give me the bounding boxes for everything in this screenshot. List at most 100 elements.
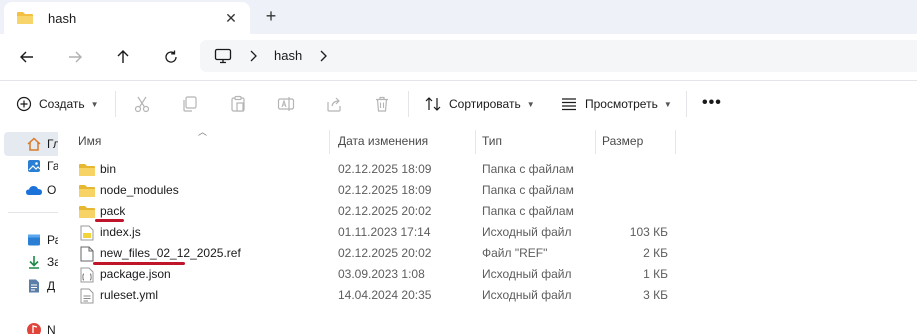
file-size bbox=[596, 159, 668, 180]
file-name-cell: bin bbox=[78, 159, 116, 180]
column-header-name[interactable]: Имя bbox=[72, 130, 330, 154]
folder-icon bbox=[78, 162, 96, 178]
file-size: 3 КБ bbox=[643, 288, 668, 302]
file-name-cell: node_modules bbox=[78, 180, 179, 201]
tab-hash[interactable]: hash ✕ bbox=[4, 2, 250, 34]
tab-title: hash bbox=[48, 11, 77, 26]
file-name: index.js bbox=[100, 225, 141, 239]
nav-item-label: O bbox=[47, 183, 57, 197]
new-tab-button[interactable]: + bbox=[260, 6, 282, 28]
annotation-underline bbox=[93, 262, 185, 265]
arrow-left-icon bbox=[20, 51, 33, 63]
chevron-right-icon[interactable] bbox=[248, 49, 258, 66]
file-date: 14.04.2024 20:35 bbox=[338, 288, 432, 302]
share-icon[interactable] bbox=[324, 94, 344, 114]
file-name: new_files_02_12_2025.ref bbox=[100, 246, 241, 260]
nav-item-desktop[interactable]: Ра bbox=[25, 230, 58, 250]
cut-icon[interactable] bbox=[132, 94, 152, 114]
delete-icon[interactable] bbox=[372, 94, 392, 114]
file-date: 01.11.2023 17:14 bbox=[338, 225, 431, 239]
chevron-right-icon[interactable] bbox=[318, 49, 328, 66]
divider bbox=[686, 91, 687, 117]
file-type: Папка с файлами bbox=[482, 162, 574, 176]
file-type: Файл "REF" bbox=[482, 246, 548, 260]
file-name: ruleset.yml bbox=[100, 288, 159, 302]
nav-item-label: Д bbox=[47, 279, 56, 293]
nav-item-onedrive[interactable]: O bbox=[25, 180, 56, 200]
file-size: 103 КБ bbox=[629, 225, 668, 239]
file-size: 2 КБ bbox=[643, 246, 668, 260]
file-row[interactable]: ruleset.yml 14.04.2024 20:35 Исходный файл… bbox=[58, 285, 698, 306]
column-header-date[interactable]: Дата изменения bbox=[332, 130, 476, 154]
more-options-button[interactable]: ••• bbox=[702, 94, 722, 112]
file-type: Исходный файл ... bbox=[482, 288, 574, 302]
rename-icon[interactable] bbox=[276, 94, 296, 114]
file-row[interactable]: node_modules 02.12.2025 18:09 Папка с файл… bbox=[58, 180, 698, 201]
file-date: 02.12.2025 20:02 bbox=[338, 246, 432, 260]
command-bar: Создать ▼ Сортировать ▼ Просмотреть ▼ ••… bbox=[0, 81, 917, 126]
file-row[interactable]: new_files_02_12_2025.ref 02.12.2025 20:02… bbox=[58, 243, 698, 264]
file-type: Папка с файлами bbox=[482, 204, 574, 218]
view-button[interactable]: Просмотреть ▼ bbox=[560, 93, 672, 115]
sort-icon bbox=[425, 97, 441, 111]
divider bbox=[115, 91, 116, 117]
refresh-icon bbox=[165, 50, 177, 63]
column-header-size[interactable]: Размер bbox=[596, 130, 676, 154]
up-button[interactable] bbox=[110, 44, 136, 70]
downloads-icon bbox=[25, 253, 43, 271]
file-icon bbox=[78, 246, 96, 262]
nav-item-label: N bbox=[47, 323, 56, 334]
breadcrumb-hash[interactable]: hash bbox=[274, 48, 302, 63]
folder-icon bbox=[78, 204, 96, 220]
copy-icon[interactable] bbox=[180, 94, 200, 114]
divider bbox=[8, 212, 58, 213]
divider bbox=[408, 91, 409, 117]
documents-icon bbox=[25, 277, 43, 295]
nav-item-documents[interactable]: Д bbox=[25, 276, 55, 296]
file-type: Исходный файл J... bbox=[482, 267, 574, 281]
file-row[interactable]: package.json 03.09.2023 1:08 Исходный файл… bbox=[58, 264, 698, 285]
chevron-down-icon: ▼ bbox=[663, 99, 672, 109]
file-date: 02.12.2025 18:09 bbox=[338, 183, 432, 197]
chevron-down-icon: ▼ bbox=[90, 99, 99, 109]
sort-button[interactable]: Сортировать ▼ bbox=[424, 93, 535, 115]
file-size bbox=[596, 180, 668, 201]
arrow-right-icon bbox=[69, 51, 82, 63]
home-icon bbox=[25, 135, 43, 153]
sort-label: Сортировать bbox=[449, 97, 521, 111]
file-list: ︿ Имя Дата изменения Тип Размер bin 02.12… bbox=[58, 126, 917, 334]
file-name-cell: new_files_02_12_2025.ref bbox=[78, 243, 241, 264]
nav-item-label: Гл bbox=[47, 137, 58, 151]
nav-item-gallery[interactable]: Га bbox=[25, 156, 58, 176]
tab-bar: hash ✕ + bbox=[0, 0, 917, 34]
file-row[interactable]: bin 02.12.2025 18:09 Папка с файлами bbox=[58, 159, 698, 180]
column-header-type[interactable]: Тип bbox=[476, 130, 596, 154]
create-button[interactable]: Создать ▼ bbox=[16, 93, 99, 115]
create-label: Создать bbox=[39, 97, 85, 111]
file-row[interactable]: index.js 01.11.2023 17:14 Исходный файл J.… bbox=[58, 222, 698, 243]
file-name-cell: index.js bbox=[78, 222, 141, 243]
file-date: 02.12.2025 20:02 bbox=[338, 204, 432, 218]
folder-icon bbox=[78, 183, 96, 199]
view-list-icon bbox=[562, 98, 576, 111]
chevron-down-icon: ▼ bbox=[526, 99, 535, 109]
nav-item-downloads[interactable]: За bbox=[25, 252, 58, 272]
nav-item-music[interactable]: N bbox=[25, 320, 56, 334]
file-size: 1 КБ bbox=[643, 267, 668, 281]
music-icon bbox=[25, 321, 43, 334]
file-name-cell: ruleset.yml bbox=[78, 285, 158, 306]
file-size bbox=[596, 201, 668, 222]
refresh-button[interactable] bbox=[158, 44, 184, 70]
back-button[interactable] bbox=[14, 44, 40, 70]
address-bar[interactable]: hash bbox=[200, 40, 917, 72]
nav-item-home[interactable]: Гл bbox=[25, 134, 58, 154]
nav-item-label: Ра bbox=[47, 233, 58, 247]
file-date: 03.09.2023 1:08 bbox=[338, 267, 425, 281]
file-type: Исходный файл J... bbox=[482, 225, 574, 239]
file-row[interactable]: pack 02.12.2025 20:02 Папка с файлами bbox=[58, 201, 698, 222]
file-date: 02.12.2025 18:09 bbox=[338, 162, 432, 176]
forward-button[interactable] bbox=[62, 44, 88, 70]
paste-icon[interactable] bbox=[228, 94, 248, 114]
file-type: Папка с файлами bbox=[482, 183, 574, 197]
close-tab-icon[interactable]: ✕ bbox=[222, 9, 240, 27]
